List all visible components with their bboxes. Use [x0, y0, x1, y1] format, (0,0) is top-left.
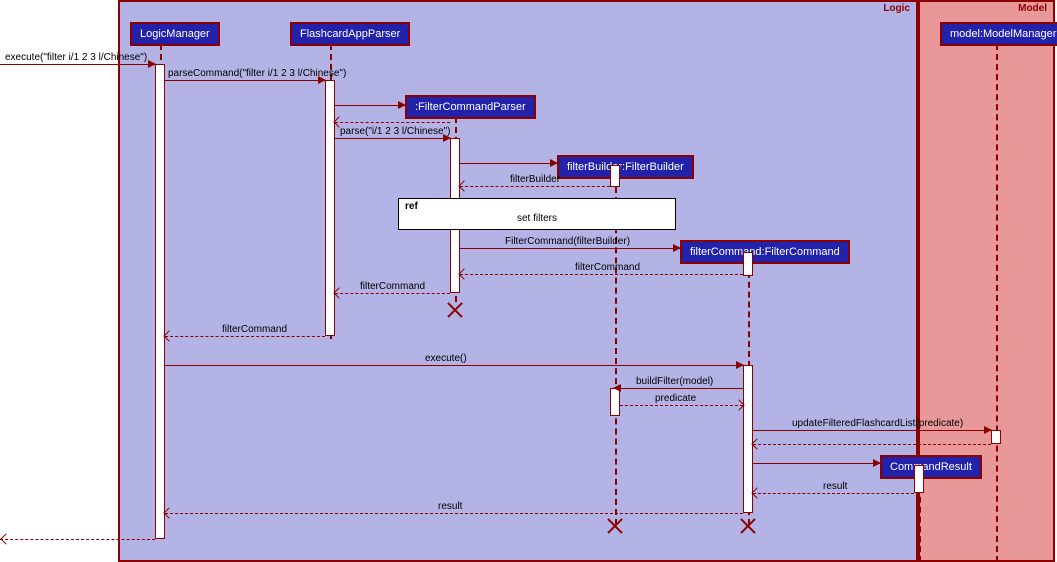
logic-manager-box: LogicManager [130, 22, 220, 46]
m8-label: filterCommand [222, 324, 287, 335]
m2-label: parseCommand("filter i/1 2 3 l/Chinese") [168, 68, 346, 79]
command-result-activation [914, 465, 924, 493]
flashcard-app-parser-activation [325, 80, 335, 336]
logic-frame-title: Logic [883, 3, 910, 14]
m11-label: updateFilteredFlashcardList(predicate) [792, 418, 963, 429]
create-fb-arrow [550, 159, 558, 167]
logic-frame: Logic [118, 0, 918, 562]
m13-return-line [165, 513, 743, 514]
logic-manager-activation [155, 64, 165, 539]
m10-label: buildFilter(model) [636, 376, 713, 387]
m6-line [460, 248, 680, 249]
create-fb-line [460, 163, 557, 164]
m6-return-label: filterCommand [575, 262, 640, 273]
m10-return-line [620, 405, 743, 406]
filter-command-parser-box: :FilterCommandParser [405, 95, 536, 119]
m14-return-line [0, 539, 155, 540]
create-fcp-line [335, 105, 405, 106]
m12-label: result [823, 481, 847, 492]
m6-label: FilterCommand(filterBuilder) [505, 236, 630, 247]
m9-label: execute() [425, 353, 467, 364]
model-manager-lifeline [996, 44, 998, 562]
ref-label: set filters [399, 213, 675, 224]
m4-line [335, 138, 450, 139]
m5-label: filterBuilder [510, 174, 560, 185]
model-frame-title: Model [1018, 3, 1047, 14]
m12-return-line [753, 493, 914, 494]
m11-arrow [984, 426, 992, 434]
m6-arrow [673, 244, 681, 252]
ref-tab: ref [398, 198, 436, 214]
filter-command-activation-2 [743, 365, 753, 513]
filter-command-activation-1 [743, 252, 753, 276]
m11-line [753, 430, 991, 431]
filter-builder-box: filterBuilder:FilterBuilder [557, 155, 694, 179]
m1-line [0, 64, 155, 65]
m7-label: filterCommand [360, 281, 425, 292]
command-result-box: CommandResult [880, 455, 982, 479]
m9-line [165, 365, 743, 366]
m5-return-line [460, 186, 610, 187]
model-manager-box: model:ModelManager [940, 22, 1057, 46]
m10-line [620, 388, 743, 389]
m2-line [165, 80, 325, 81]
create-cr-line [753, 463, 880, 464]
fc-destroy [740, 518, 756, 534]
m4-label: parse("i/1 2 3 l/Chinese") [340, 126, 450, 137]
create-fcp-arrow [398, 101, 406, 109]
create-cr-arrow [873, 459, 881, 467]
m9-arrow [736, 361, 744, 369]
ref-frame: ref set filters [398, 198, 676, 230]
fcp-destroy [447, 302, 463, 318]
sequence-diagram: Logic Model LogicManager FlashcardAppPar… [0, 0, 1057, 562]
m6-return-line [460, 274, 743, 275]
m14-return-arrow [0, 533, 11, 544]
m1-arrow [148, 60, 156, 68]
model-manager-activation [991, 430, 1001, 444]
filter-builder-activation-1 [610, 165, 620, 187]
filter-builder-activation-2 [610, 388, 620, 416]
m13-label: result [438, 501, 462, 512]
m8-return-line [165, 336, 325, 337]
m10-return-label: predicate [655, 393, 696, 404]
flashcard-app-parser-box: FlashcardAppParser [290, 22, 410, 46]
m1-label: execute("filter i/1 2 3 l/Chinese") [5, 52, 147, 63]
m10-arrow [613, 384, 621, 392]
filter-command-box: filterCommand:FilterCommand [680, 240, 850, 264]
fb-destroy [607, 518, 623, 534]
m7-return-line [335, 293, 450, 294]
create-fcp-return [335, 122, 450, 123]
m11-return-line [753, 444, 991, 445]
